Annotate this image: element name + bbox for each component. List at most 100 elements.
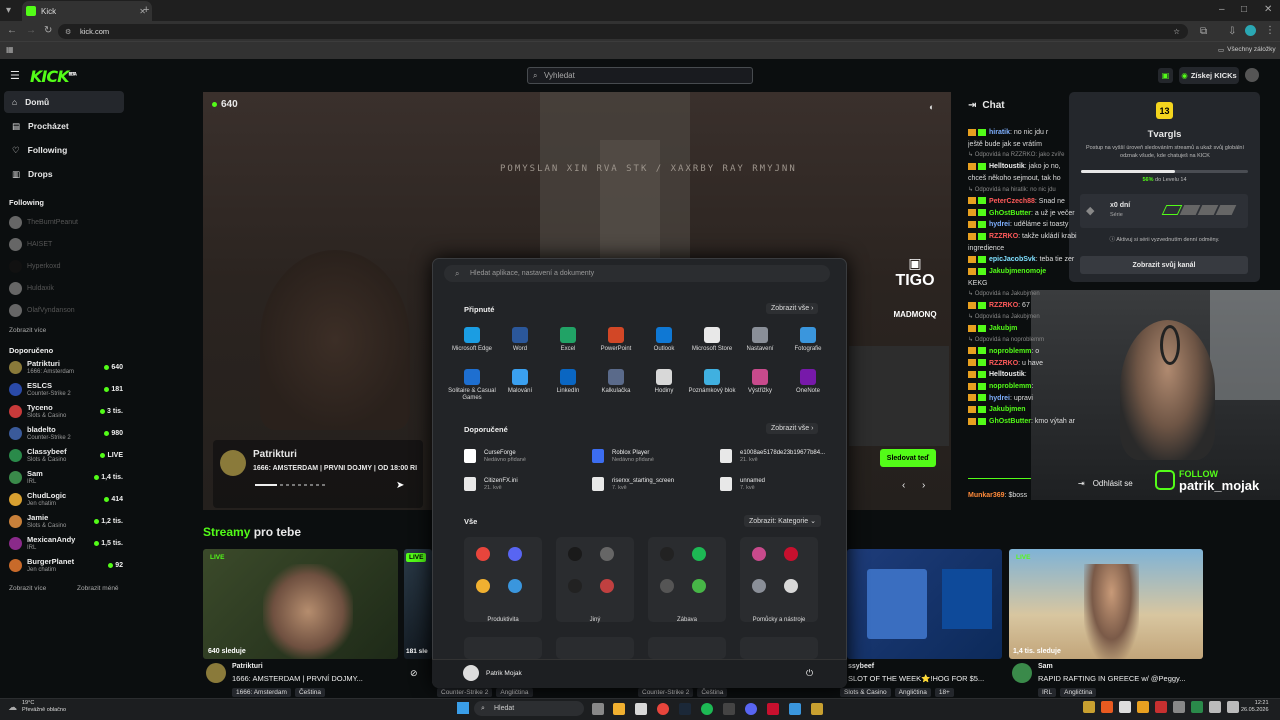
all-bookmarks[interactable]: ▭ Všechny záložky (1218, 46, 1276, 54)
app-category-folder[interactable] (556, 537, 634, 622)
app-category-folder[interactable] (740, 537, 818, 622)
chat-username[interactable]: PeterCzech88 (989, 198, 1035, 205)
window-minimize-icon[interactable]: – (1219, 4, 1225, 15)
following-channel[interactable]: OlafVyndanson (9, 302, 123, 318)
app-category-folder[interactable] (556, 637, 634, 659)
recommended-file[interactable]: riserxx_starting_screen 7. kvě (592, 473, 717, 495)
recommended-show-less[interactable]: Zobrazit méně (77, 585, 119, 592)
recommended-channel[interactable]: Classybeef Slots & Casino LIVE (9, 445, 123, 465)
taskbar-search[interactable]: ⌕ Hledat (474, 701, 584, 716)
profile-avatar[interactable] (1245, 25, 1256, 36)
network-icon[interactable] (1209, 701, 1221, 713)
tray-icon[interactable] (1083, 701, 1095, 713)
app-category-folder[interactable] (648, 537, 726, 622)
stream-thumbnail[interactable]: LIVE 181 sle (404, 549, 432, 659)
site-info-icon[interactable]: ⚙ (65, 28, 71, 36)
user-avatar[interactable] (1245, 68, 1259, 82)
chat-username[interactable]: GhOstButter (989, 210, 1031, 217)
window-maximize-icon[interactable]: □ (1241, 4, 1247, 15)
windows-start-icon[interactable] (457, 702, 469, 714)
user-account-avatar[interactable] (463, 665, 479, 681)
app-category-folder[interactable] (464, 637, 542, 659)
discord-icon[interactable] (745, 703, 757, 715)
tray-icon[interactable] (1137, 701, 1149, 713)
store-icon[interactable] (635, 703, 647, 715)
browser-menu-icon[interactable]: ⋮ (1265, 25, 1275, 36)
taskbar-clock[interactable]: 12:21 26.05.2026 (1241, 700, 1269, 714)
epic-games-icon[interactable] (723, 703, 735, 715)
recommended-file[interactable]: Roblox Player Nedávno přidané (592, 445, 717, 467)
kick-search-input[interactable]: ⌕ Vyhledat (527, 67, 753, 84)
stream-tag[interactable]: Angličtina (496, 688, 533, 697)
stream-channel-name[interactable]: Patrikturi (232, 663, 263, 670)
chat-username[interactable]: Jakubjmenomoje (989, 268, 1046, 275)
stream-tag[interactable]: Čeština (294, 688, 325, 697)
task-view-icon[interactable] (592, 703, 604, 715)
stream-tag[interactable]: Angličtina (894, 688, 931, 697)
chat-username[interactable]: RZZRKO (989, 302, 1018, 309)
carousel-dot[interactable] (304, 484, 307, 486)
sidebar-item-home[interactable]: ⌂ Domů (4, 91, 124, 113)
recommended-show-more[interactable]: Zobrazit více (9, 585, 46, 592)
pinned-app[interactable]: Fotografie (780, 327, 836, 353)
tray-icon[interactable] (1119, 701, 1131, 713)
stream-avatar[interactable] (1012, 663, 1032, 683)
file-explorer-icon[interactable] (613, 703, 625, 715)
chat-username[interactable]: hydrei (989, 221, 1010, 228)
address-bar[interactable]: ⚙ kick.com ☆ (58, 24, 1188, 39)
stream-avatar[interactable] (206, 663, 226, 683)
extensions-icon[interactable]: ⧉ (1200, 26, 1207, 37)
recommended-file[interactable]: unnamed 7. kvě (720, 473, 845, 495)
tray-icon[interactable] (1155, 701, 1167, 713)
carousel-dot[interactable] (286, 484, 289, 486)
window-close-icon[interactable]: ✕ (1264, 4, 1272, 15)
stream-thumbnail[interactable] (847, 549, 1002, 659)
chat-username[interactable]: Jakubjmen (989, 406, 1026, 413)
spotify-icon[interactable] (701, 703, 713, 715)
bookmark-star-icon[interactable]: ☆ (1173, 27, 1180, 36)
following-channel[interactable]: TheBurntPeanut (9, 214, 123, 230)
carousel-dot-active[interactable] (255, 484, 277, 486)
stream-tag[interactable]: 18+ (934, 688, 954, 697)
carousel-next-icon[interactable]: › (922, 480, 925, 491)
stream-tag[interactable]: Counter-Strike 2 (437, 688, 493, 697)
following-channel[interactable]: Huldaxik (9, 280, 123, 296)
stream-thumbnail[interactable]: LIVE 1,4 tis. sleduje (1009, 549, 1203, 659)
recommended-file[interactable]: CitizenFX.ini 21. kvě (464, 473, 589, 495)
forward-icon[interactable]: → (26, 25, 36, 36)
tray-icon[interactable] (1191, 701, 1203, 713)
volume-icon[interactable] (1227, 701, 1239, 713)
power-icon[interactable]: ⏻ (806, 668, 813, 679)
recommended-channel[interactable]: BurgerPlanet Jen chatim 92 (9, 555, 123, 575)
hamburger-menu-icon[interactable]: ☰ (10, 69, 20, 82)
recommended-channel[interactable]: Tyceno Slots & Casino 3 tis. (9, 401, 123, 421)
recommended-file[interactable]: CurseForge Nedávno přidané (464, 445, 589, 467)
chat-username[interactable]: hiratik (989, 129, 1010, 136)
stream-tag[interactable]: 1666: Amsterdam (232, 688, 291, 697)
downloads-icon[interactable]: ⇩ (1228, 26, 1236, 37)
recommended-channel[interactable]: Jamie Slots & Casino 1,2 tis. (9, 511, 123, 531)
carousel-dot[interactable] (280, 484, 283, 486)
stream-tag[interactable]: Angličtina (1060, 688, 1097, 697)
steam-icon[interactable] (679, 703, 691, 715)
kick-logo[interactable]: KICKBETA (30, 67, 77, 86)
sidebar-item-following[interactable]: ♡ Following (4, 139, 124, 161)
tray-icon[interactable] (1173, 701, 1185, 713)
stream-title[interactable]: SLOT OF THE WEEK⭐!HOG FOR $5... (848, 674, 998, 683)
stream-channel-name[interactable]: ssybeef (848, 663, 874, 670)
logout-menu-item[interactable]: ⇥ Odhlásit se (1078, 479, 1133, 488)
chat-username[interactable]: noproblemm (989, 383, 1031, 390)
stream-avatar-partial[interactable]: ⊘ (410, 668, 418, 679)
recommended-file[interactable]: e1008ae5178de23b19677b84... 21. kvě (720, 445, 845, 467)
back-icon[interactable]: ← (7, 25, 17, 36)
tray-icon[interactable] (1101, 701, 1113, 713)
recommended-channel[interactable]: bladelto Counter-Strike 2 980 (9, 423, 123, 443)
chat-username[interactable]: GhOstButter (989, 418, 1031, 425)
follow-now-button[interactable]: Sledovat teď (880, 449, 936, 467)
stream-thumbnail[interactable]: LIVE 640 sleduje (203, 549, 398, 659)
featured-stream-card[interactable]: Patrikturi 1666: AMSTERDAM | PRVNÍ DOJMY… (213, 440, 423, 508)
stream-tag[interactable]: Slots & Casino (840, 688, 891, 697)
following-channel[interactable]: HAISET (9, 236, 123, 252)
chat-username[interactable]: Helltoustik (989, 371, 1025, 378)
app-category-folder[interactable] (648, 637, 726, 659)
